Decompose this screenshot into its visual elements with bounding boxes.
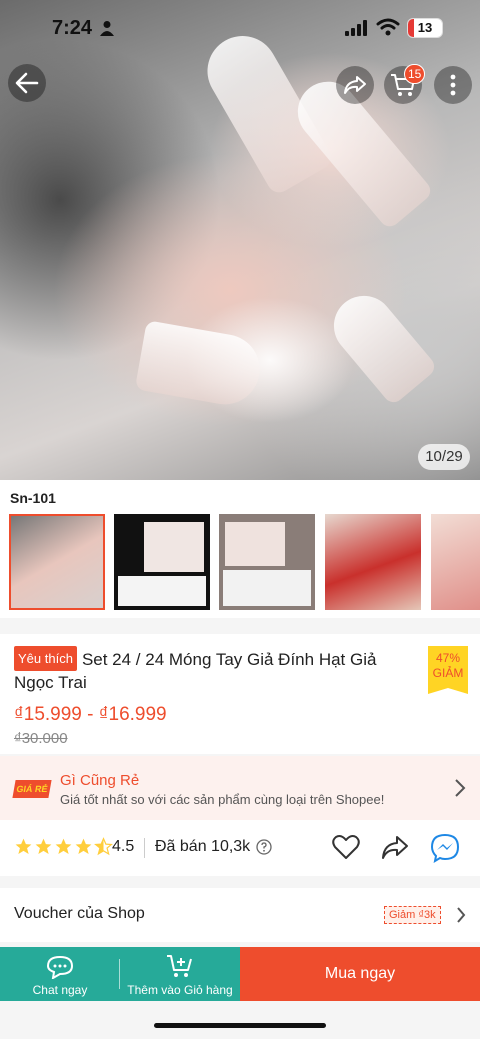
voucher-label: Voucher của Shop bbox=[14, 905, 145, 922]
discount-percent: 47% bbox=[435, 651, 461, 665]
chevron-right-icon bbox=[455, 779, 466, 797]
variant-name: Sn-101 bbox=[10, 490, 56, 506]
image-counter: 10/29 bbox=[418, 444, 470, 470]
product-info: Yêu thích Set 24 / 24 Móng Tay Giả Đính H… bbox=[0, 634, 480, 754]
battery-indicator: 13 bbox=[407, 18, 443, 38]
favorite-tag: Yêu thích bbox=[14, 646, 77, 671]
cheap-banner[interactable]: GIÁ RẺ Gì Cũng Rẻ Giá tốt nhất so với cá… bbox=[0, 756, 480, 820]
buy-now-button[interactable]: Mua ngay bbox=[240, 947, 480, 1001]
rating-value: 4.5 bbox=[112, 838, 135, 855]
person-icon bbox=[100, 21, 114, 36]
variant-thumbnail[interactable] bbox=[431, 514, 480, 610]
chat-now-button[interactable]: Chat ngay bbox=[0, 947, 120, 1001]
add-cart-icon bbox=[167, 955, 192, 977]
star-rating bbox=[14, 837, 113, 856]
chat-icon bbox=[46, 955, 74, 979]
shop-voucher-row[interactable]: Voucher của Shop Giảm ₫3k bbox=[0, 888, 480, 942]
signal-icon bbox=[345, 20, 367, 36]
more-vertical-icon bbox=[450, 74, 456, 96]
rating-row: 4.5 Đã bán 10,3k bbox=[0, 820, 480, 876]
divider bbox=[144, 838, 145, 858]
help-icon[interactable] bbox=[256, 839, 272, 855]
more-options-button[interactable] bbox=[434, 66, 472, 104]
share-button[interactable] bbox=[336, 66, 374, 104]
cheap-logo: GIÁ RẺ bbox=[12, 780, 52, 798]
variant-thumbnail[interactable] bbox=[9, 514, 105, 610]
wifi-icon bbox=[376, 18, 400, 36]
status-bar: 7:24 13 bbox=[0, 0, 480, 56]
variant-selector: Sn-101 bbox=[0, 480, 480, 618]
star-icon bbox=[15, 838, 32, 855]
variant-thumbnail[interactable] bbox=[114, 514, 210, 610]
nail-decoration bbox=[321, 283, 439, 407]
product-title: Yêu thích Set 24 / 24 Móng Tay Giả Đính H… bbox=[14, 646, 414, 694]
price-range: ₫15.999 - ₫16.999 bbox=[14, 704, 167, 725]
heart-icon[interactable] bbox=[332, 834, 360, 860]
add-to-cart-button[interactable]: Thêm vào Giỏ hàng bbox=[120, 947, 240, 1001]
half-star-icon bbox=[94, 837, 113, 856]
variant-thumbnail[interactable] bbox=[325, 514, 421, 610]
discount-label: GIẢM bbox=[432, 666, 464, 680]
chat-now-label: Chat ngay bbox=[32, 983, 88, 997]
star-icon bbox=[55, 838, 72, 855]
arrow-left-icon bbox=[15, 72, 39, 94]
back-button[interactable] bbox=[8, 64, 46, 102]
status-time: 7:24 bbox=[52, 17, 93, 39]
voucher-tag: Giảm ₫3k bbox=[384, 906, 441, 924]
discount-badge: 47% GIẢM bbox=[428, 646, 468, 694]
variant-thumbnail[interactable] bbox=[219, 514, 315, 610]
share-icon[interactable] bbox=[380, 833, 410, 861]
star-icon bbox=[75, 838, 92, 855]
cheap-title: Gì Cũng Rẻ bbox=[60, 772, 140, 789]
star-icon bbox=[35, 838, 52, 855]
cart-count-badge: 15 bbox=[404, 64, 426, 84]
messenger-icon[interactable] bbox=[430, 833, 460, 863]
sold-count: Đã bán 10,3k bbox=[155, 838, 251, 855]
add-to-cart-label: Thêm vào Giỏ hàng bbox=[127, 983, 233, 997]
nail-decoration bbox=[134, 320, 266, 410]
cheap-subtitle: Giá tốt nhất so với các sản phẩm cùng lo… bbox=[60, 792, 385, 807]
chevron-right-icon bbox=[457, 907, 466, 923]
original-price: ₫30.000 bbox=[14, 730, 68, 747]
home-indicator bbox=[154, 1023, 326, 1028]
share-icon bbox=[344, 76, 366, 94]
bottom-action-bar: Chat ngay Thêm vào Giỏ hàng Mua ngay bbox=[0, 947, 480, 1001]
